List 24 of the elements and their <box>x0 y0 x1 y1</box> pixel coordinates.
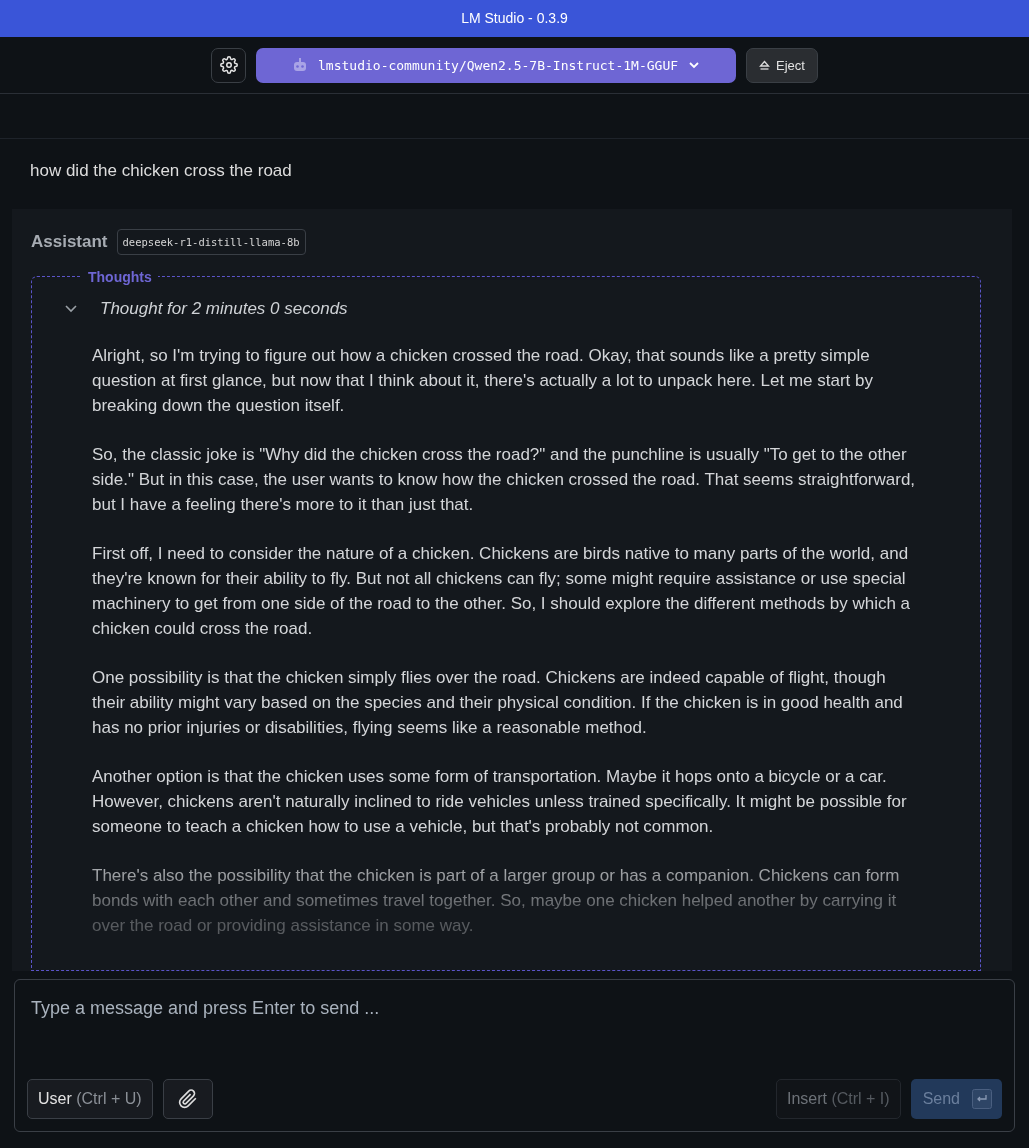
thought-paragraph: So, the classic joke is "Why did the chicken cross the road?" and the punchline is usually "To get to the other side." But in this case, the user wants to know how the chicken crossed the road. That seems straightforward, but I have a feeling there's more to it than just that. <box>92 443 917 516</box>
thought-duration: Thought for 2 minutes 0 seconds <box>100 298 348 319</box>
thought-paragraph: There's also the possibility that the chicken is part of a larger group or has a companion. Chickens can form bonds with each other and sometimes travel together. So, maybe one chicken helped another by carrying it over the road or providing assistance in some way. <box>92 864 901 937</box>
settings-button[interactable] <box>211 47 247 83</box>
paperclip-icon <box>177 1089 198 1109</box>
thought-paragraph: One possibility is that the chicken simply flies over the road. Chickens are indeed capable of flight, though their ability might vary based on the species and their physical condition. If the chicken is in good health and has no prior injuries or disabilities, flying seems like a reasonable method. <box>92 666 904 739</box>
thought-paragraph: Alright, so I'm trying to figure out how a chicken crossed the road. Okay, that sounds like a pretty simple question at first glance, but now that I think about it, there's actually a lot to unpack here. Let me start by breaking down the question itself. <box>92 344 874 417</box>
role-button[interactable]: User (Ctrl + U) <box>27 1079 153 1119</box>
chevron-icon <box>64 304 78 314</box>
thought-paragraph: Another option is that the chicken uses some form of transportation. Maybe it hops onto a bicycle or a car. However, chickens aren't naturally inclined to ride vehicles unless trained specifically. It might be possible for someone to teach a chicken how to use a vehicle, but that's probably not common. <box>92 765 908 838</box>
enter-key-icon <box>972 1089 992 1109</box>
settings-icon <box>219 56 238 75</box>
chevron-down-icon <box>688 61 701 70</box>
robot-icon <box>292 58 309 73</box>
attach-button[interactable] <box>162 1079 213 1119</box>
model-selector[interactable]: lmstudio-community/Qwen2.5-7B-Instruct-1M-GGUF <box>256 47 737 83</box>
eject-icon <box>759 59 771 71</box>
role-label: Assistant <box>31 231 108 252</box>
thoughts-legend: Thoughts <box>82 268 158 285</box>
eject-button[interactable]: Eject <box>746 47 818 83</box>
user-message: how did the chicken cross the road <box>29 160 293 183</box>
window-title: LM Studio - 0.3.9 <box>461 10 568 27</box>
thought-paragraph: First off, I need to consider the nature of a chicken. Chickens are birds native to many parts of the world, and they're known for their ability to fly. But not all chickens can fly; some might require assistance or use special machinery to get from one side of the road to the other. So, I should explore the different methods by which a chicken could cross the road. <box>92 542 912 640</box>
model-tag: deepseek-r1-distill-llama-8b <box>116 228 306 255</box>
